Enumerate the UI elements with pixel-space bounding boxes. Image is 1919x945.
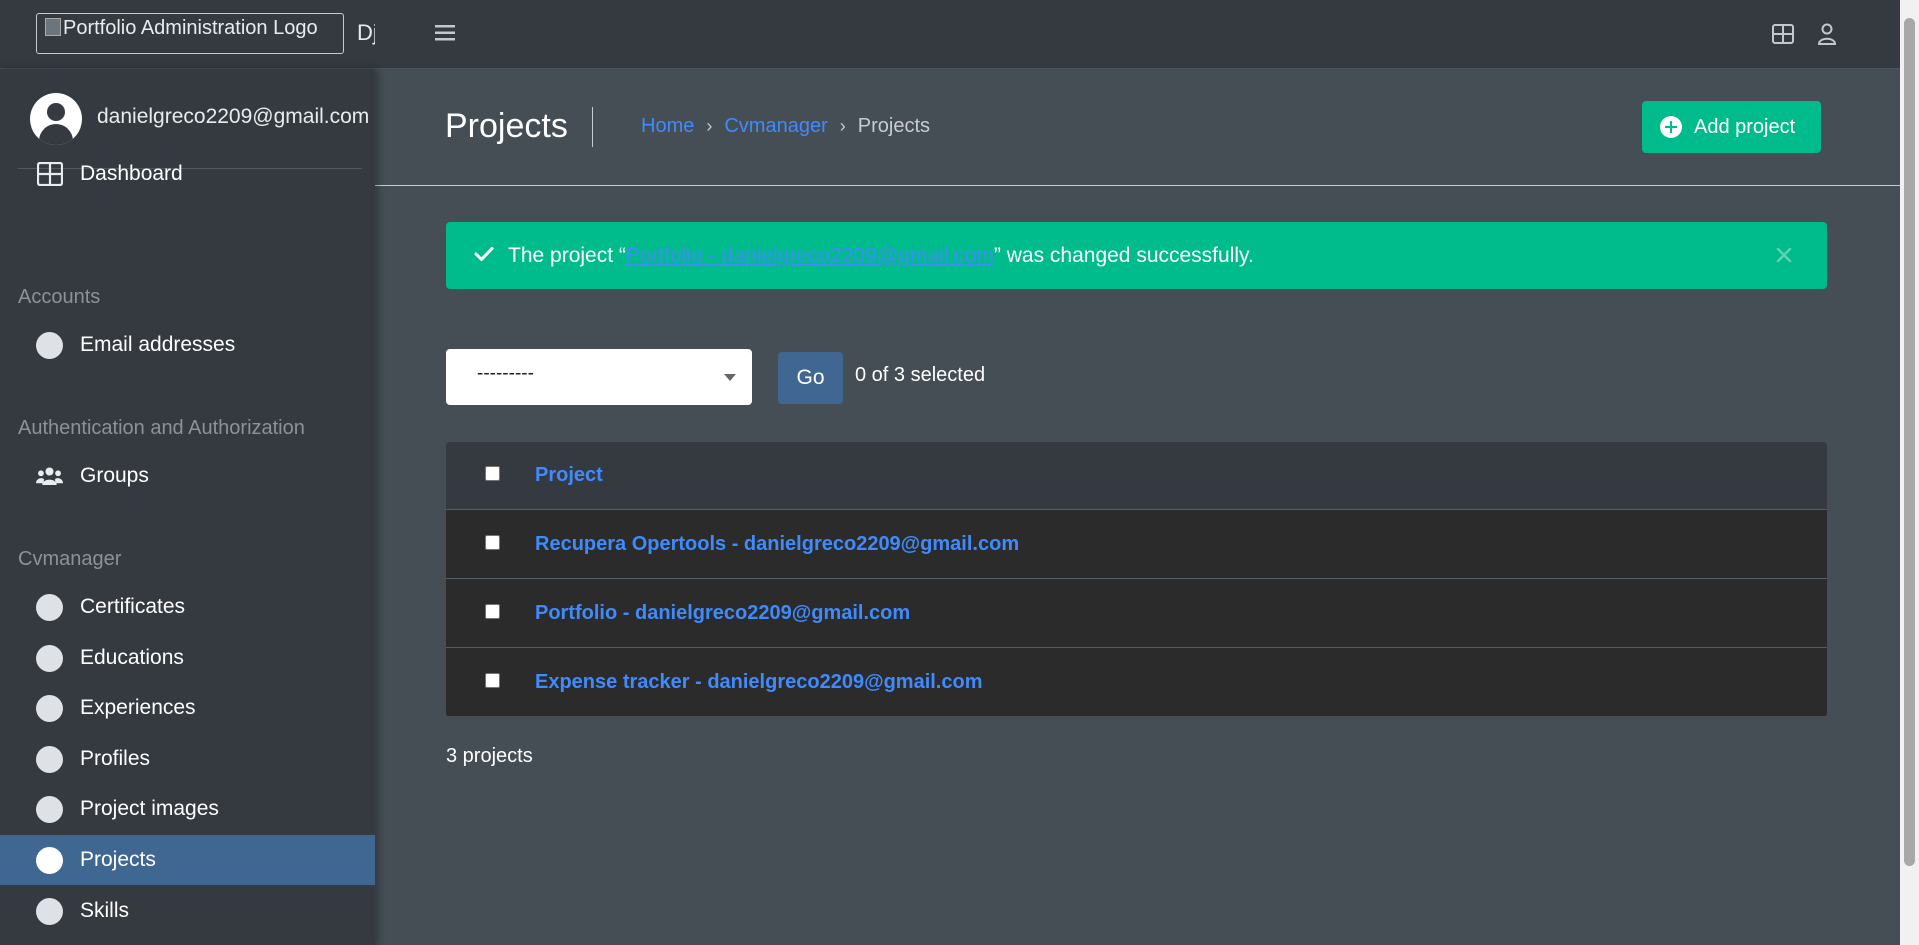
- circle-icon: [36, 644, 63, 672]
- sidebar-item-project-images[interactable]: Project images: [0, 784, 375, 834]
- sidebar-item-educations[interactable]: Educations: [0, 633, 375, 683]
- check-icon: [474, 244, 494, 268]
- section-header-cvmanager: Cvmanager: [18, 548, 122, 570]
- select-all-checkbox[interactable]: [485, 466, 500, 481]
- breadcrumb-cvmanager[interactable]: Cvmanager: [724, 115, 827, 138]
- section-header-accounts: Accounts: [18, 286, 101, 308]
- sidebar-item-label: Project images: [80, 797, 219, 820]
- go-button[interactable]: Go: [778, 352, 843, 404]
- user-email[interactable]: danielgreco2209@gmail.com: [97, 105, 369, 129]
- sidebar-item-certificates[interactable]: Certificates: [0, 582, 375, 632]
- table-header: Project: [446, 442, 1827, 510]
- alert-suffix: ” was changed successfully.: [993, 243, 1254, 267]
- sidebar-item-label: Certificates: [80, 595, 186, 618]
- sidebar-item-dashboard[interactable]: Dashboard: [0, 149, 375, 199]
- page-title: Projects: [445, 107, 568, 145]
- action-select-value: ---------: [477, 363, 534, 384]
- close-icon[interactable]: [1771, 242, 1797, 268]
- scrollbar-thumb[interactable]: [1904, 18, 1915, 866]
- sidebar-item-projects[interactable]: Projects: [0, 835, 375, 885]
- project-link[interactable]: Recupera Opertools - danielgreco2209@gma…: [535, 533, 1019, 556]
- users-icon: [36, 463, 63, 490]
- breadcrumb: Home › Cvmanager › Projects: [641, 115, 930, 138]
- breadcrumb-home[interactable]: Home: [641, 115, 694, 138]
- circle-icon: [36, 897, 63, 925]
- table-row: Portfolio - danielgreco2209@gmail.com: [446, 579, 1827, 648]
- row-checkbox[interactable]: [485, 672, 500, 688]
- sidebar-item-label: Educations: [80, 646, 184, 669]
- results-table: Project Recupera Opertools - danielgreco…: [446, 442, 1827, 717]
- column-header-project[interactable]: Project: [535, 464, 603, 487]
- project-link[interactable]: Portfolio - danielgreco2209@gmail.com: [535, 602, 910, 625]
- breadcrumb-current: Projects: [857, 115, 930, 137]
- content-header: Projects Home › Cvmanager › Projects Add…: [375, 69, 1900, 186]
- result-count: 3 projects: [446, 745, 533, 767]
- project-link[interactable]: Expense tracker - danielgreco2209@gmail.…: [535, 671, 982, 694]
- sidebar-item-experiences[interactable]: Experiences: [0, 683, 375, 733]
- breadcrumb-separator: ›: [839, 116, 846, 136]
- sidebar-item-skills[interactable]: Skills: [0, 886, 375, 936]
- circle-icon: [36, 593, 63, 621]
- circle-icon: [36, 795, 63, 823]
- logo-alt-text: Portfolio Administration Logo: [63, 17, 318, 39]
- table-row: Expense tracker - danielgreco2209@gmail.…: [446, 648, 1827, 716]
- sidebar-item-label: Groups: [80, 464, 149, 487]
- sidebar: danielgreco2209@gmail.com Dashboard Acco…: [0, 69, 375, 945]
- circle-icon: [36, 694, 63, 722]
- section-header-auth: Authentication and Authorization: [18, 417, 305, 439]
- title-divider: [592, 107, 593, 147]
- alert-prefix: The project “: [508, 243, 626, 267]
- sidebar-item-label: Profiles: [80, 747, 151, 770]
- hamburger-icon[interactable]: [431, 19, 459, 47]
- sidebar-item-label: Skills: [80, 899, 130, 922]
- row-checkbox[interactable]: [485, 534, 500, 550]
- selected-count: 0 of 3 selected: [855, 364, 986, 386]
- plus-circle-icon: [1660, 116, 1682, 138]
- sidebar-item-label: Experiences: [80, 696, 196, 719]
- sidebar-item-email-addresses[interactable]: Email addresses: [0, 320, 375, 370]
- apps-grid-icon[interactable]: [1768, 19, 1798, 49]
- action-select[interactable]: ---------: [446, 349, 752, 405]
- sidebar-item-label: Email addresses: [80, 333, 236, 356]
- sidebar-item-groups[interactable]: Groups: [0, 451, 375, 501]
- dashboard-icon: [36, 161, 63, 188]
- user-icon[interactable]: [1812, 19, 1842, 49]
- page-scrollbar[interactable]: [1900, 0, 1919, 945]
- brand-text[interactable]: Django: [357, 20, 375, 46]
- chevron-down-icon: [724, 374, 736, 381]
- breadcrumb-separator: ›: [706, 116, 713, 136]
- sidebar-item-label: Dashboard: [80, 162, 183, 185]
- avatar: [30, 93, 82, 145]
- table-row: Recupera Opertools - danielgreco2209@gma…: [446, 510, 1827, 579]
- success-alert: The project “Portfolio - danielgreco2209…: [446, 222, 1827, 289]
- row-checkbox[interactable]: [485, 603, 500, 619]
- brand-logo[interactable]: Portfolio Administration Logo: [36, 13, 344, 54]
- circle-icon: [36, 846, 63, 874]
- sidebar-item-profiles[interactable]: Profiles: [0, 734, 375, 784]
- broken-image-icon: [45, 18, 61, 36]
- sidebar-item-label: Projects: [80, 848, 156, 871]
- add-project-button[interactable]: Add project: [1642, 101, 1821, 153]
- add-project-label: Add project: [1694, 115, 1796, 138]
- top-navbar: Portfolio Administration Logo Django: [0, 0, 1900, 69]
- circle-icon: [36, 331, 63, 359]
- circle-icon: [36, 745, 63, 773]
- alert-project-link[interactable]: Portfolio - danielgreco2209@gmail.com: [626, 244, 994, 268]
